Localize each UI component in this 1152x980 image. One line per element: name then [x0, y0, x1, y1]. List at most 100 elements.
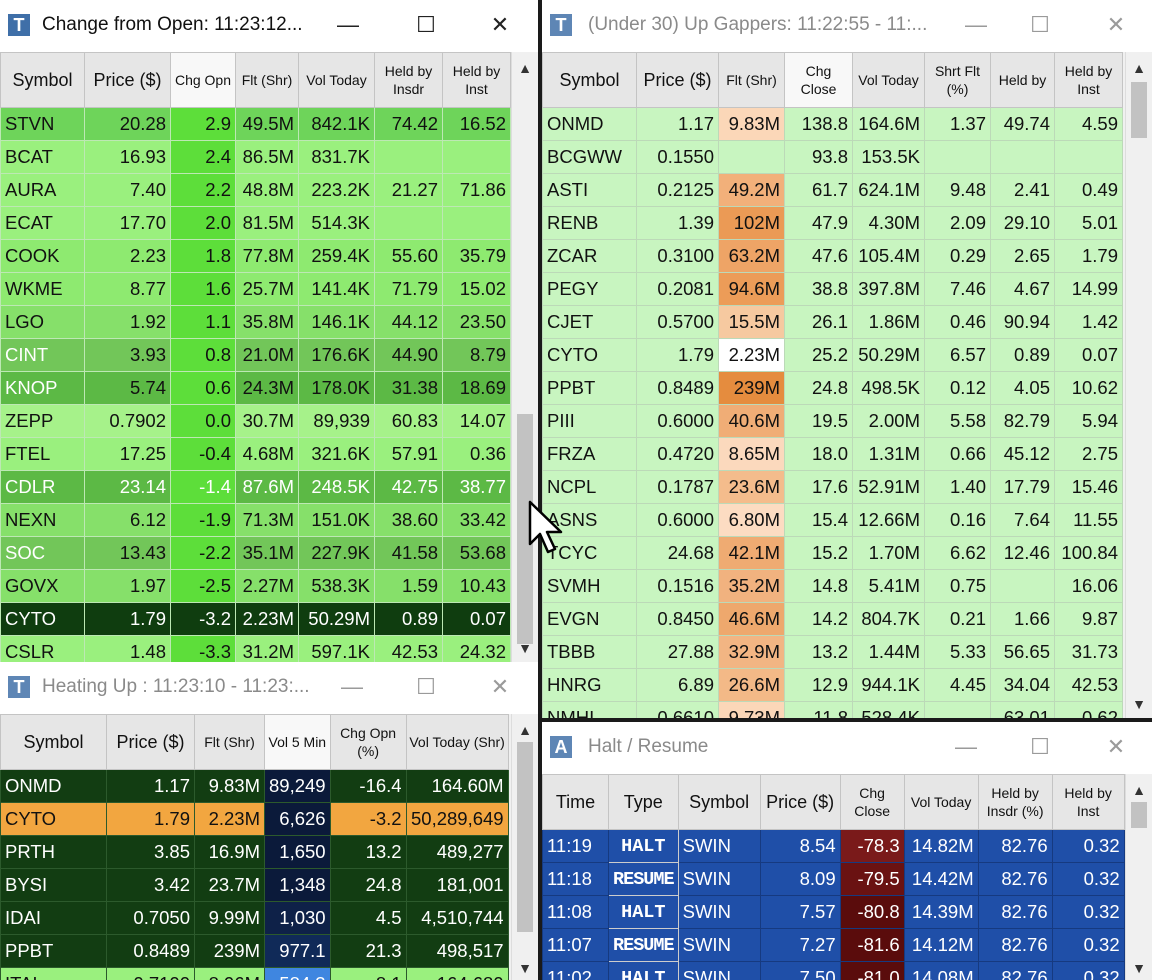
table-row[interactable]: CJET 0.5700 15.5M 26.1 1.86M 0.46 90.94 1.42: [542, 305, 1123, 339]
scroll-down-icon[interactable]: ▼: [1126, 696, 1152, 712]
scroll-down-icon[interactable]: ▼: [512, 640, 538, 656]
table-row[interactable]: RENB 1.39 102M 47.9 4.30M 2.09 29.10 5.01: [542, 206, 1123, 240]
scroll-up-icon[interactable]: ▲: [512, 722, 538, 738]
table-row[interactable]: 11:18 RESUME SWIN 8.09 -79.5 14.42M 82.76 0.32: [542, 862, 1125, 896]
table-row[interactable]: SOC 13.43 -2.2 35.1M 227.9K 41.58 53.68: [0, 536, 511, 570]
column-header[interactable]: Chg Close: [839, 774, 905, 830]
column-header[interactable]: Type: [608, 774, 679, 830]
column-header[interactable]: Price ($): [759, 774, 841, 830]
close-button[interactable]: ✕: [482, 672, 518, 702]
table-row[interactable]: WKME 8.77 1.6 25.7M 141.4K 71.79 15.02: [0, 272, 511, 306]
vertical-scrollbar[interactable]: ▲ ▼: [511, 714, 538, 980]
column-header[interactable]: Flt (Shr): [718, 52, 785, 108]
column-header[interactable]: Vol Today: [903, 774, 979, 830]
table-row[interactable]: ONMD 1.17 9.83M 89,249 -16.4 164.60M: [0, 769, 509, 803]
scroll-thumb[interactable]: [517, 742, 533, 932]
table-row[interactable]: SVMH 0.1516 35.2M 14.8 5.41M 0.75 16.06: [542, 569, 1123, 603]
maximize-button[interactable]: ☐: [1022, 10, 1058, 40]
heating-up-titlebar[interactable]: T Heating Up : 11:23:10 - 11:23:... — ☐ …: [0, 662, 538, 714]
vertical-scrollbar[interactable]: ▲ ▼: [511, 52, 538, 662]
minimize-button[interactable]: —: [958, 10, 994, 40]
table-row[interactable]: ITAI0.71008.96M584.38.1164,680: [0, 967, 509, 980]
halt-resume-titlebar[interactable]: A Halt / Resume — ☐ ✕: [542, 722, 1152, 774]
table-row[interactable]: EVGN 0.8450 46.6M 14.2 804.7K 0.21 1.66 9.87: [542, 602, 1123, 636]
column-header[interactable]: Held by Inst: [1051, 774, 1125, 830]
table-row[interactable]: COOK 2.23 1.8 77.8M 259.4K 55.60 35.79: [0, 239, 511, 273]
table-row[interactable]: ASNS 0.6000 6.80M 15.4 12.66M 0.16 7.64 11.55: [542, 503, 1123, 537]
column-header[interactable]: Held by Insdr: [374, 52, 443, 108]
column-header[interactable]: Symbol: [542, 52, 637, 108]
table-row[interactable]: ASTI 0.2125 49.2M 61.7 624.1M 9.48 2.41 0.49: [542, 173, 1123, 207]
maximize-button[interactable]: ☐: [408, 10, 444, 40]
table-row[interactable]: TCYC 24.68 42.1M 15.2 1.70M 6.62 12.46 100.84: [542, 536, 1123, 570]
column-header[interactable]: Chg Close: [784, 52, 853, 108]
table-row[interactable]: BCAT 16.93 2.4 86.5M 831.7K: [0, 140, 511, 174]
table-row[interactable]: CYTO 1.79 2.23M 25.2 50.29M 6.57 0.89 0.07: [542, 338, 1123, 372]
table-row[interactable]: 11:07 RESUME SWIN 7.27 -81.6 14.12M 82.76 0.32: [542, 928, 1125, 962]
scroll-down-icon[interactable]: ▼: [1126, 960, 1152, 976]
column-header[interactable]: Price ($): [84, 52, 171, 108]
column-header[interactable]: Chg Opn: [170, 52, 236, 108]
column-header[interactable]: Chg Opn (%): [329, 714, 407, 770]
column-header[interactable]: Held by Insdr (%): [977, 774, 1053, 830]
change-from-open-titlebar[interactable]: T Change from Open: 11:23:12... — ☐ ✕: [0, 0, 538, 52]
column-header[interactable]: Held by Inst: [1054, 52, 1123, 108]
table-row[interactable]: AURA 7.40 2.2 48.8M 223.2K 21.27 71.86: [0, 173, 511, 207]
up-gappers-titlebar[interactable]: T (Under 30) Up Gappers: 11:22:55 - 11:.…: [542, 0, 1152, 52]
vertical-scrollbar[interactable]: ▲ ▼: [1125, 52, 1152, 718]
close-button[interactable]: ✕: [1098, 732, 1134, 762]
table-row[interactable]: PIII 0.6000 40.6M 19.5 2.00M 5.58 82.79 5.94: [542, 404, 1123, 438]
close-button[interactable]: ✕: [1098, 10, 1134, 40]
minimize-button[interactable]: —: [948, 732, 984, 762]
column-header[interactable]: Flt (Shr): [235, 52, 299, 108]
table-row[interactable]: PEGY 0.2081 94.6M 38.8 397.8M 7.46 4.67 14.99: [542, 272, 1123, 306]
table-row[interactable]: PPBT 0.8489 239M 24.8 498.5K 0.12 4.05 10.62: [542, 371, 1123, 405]
scroll-up-icon[interactable]: ▲: [1126, 782, 1152, 798]
table-row[interactable]: CYTO 1.79 2.23M 6,626 -3.2 50,289,649: [0, 802, 509, 836]
table-row[interactable]: HNRG 6.89 26.6M 12.9 944.1K 4.45 34.04 42.53: [542, 668, 1123, 702]
column-header[interactable]: Time: [542, 774, 609, 830]
column-header[interactable]: Symbol: [677, 774, 761, 830]
table-row[interactable]: 11:08 HALT SWIN 7.57 -80.8 14.39M 82.76 0.32: [542, 895, 1125, 929]
table-row[interactable]: FRZA 0.4720 8.65M 18.0 1.31M 0.66 45.12 2.75: [542, 437, 1123, 471]
table-row[interactable]: IDAI 0.7050 9.99M 1,030 4.5 4,510,744: [0, 901, 509, 935]
table-row[interactable]: GOVX 1.97 -2.5 2.27M 538.3K 1.59 10.43: [0, 569, 511, 603]
maximize-button[interactable]: ☐: [1022, 732, 1058, 762]
table-row[interactable]: ONMD 1.17 9.83M 138.8 164.6M 1.37 49.74 4.59: [542, 107, 1123, 141]
table-row[interactable]: PRTH 3.85 16.9M 1,650 13.2 489,277: [0, 835, 509, 869]
table-row[interactable]: BCGWW 0.1550 93.8 153.5K: [542, 140, 1123, 174]
table-row[interactable]: KNOP 5.74 0.6 24.3M 178.0K 31.38 18.69: [0, 371, 511, 405]
scroll-thumb[interactable]: [1131, 802, 1147, 828]
column-header[interactable]: Price ($): [106, 714, 195, 770]
column-header[interactable]: Symbol: [0, 714, 107, 770]
column-header[interactable]: Flt (Shr): [194, 714, 265, 770]
table-row[interactable]: TBBB 27.88 32.9M 13.2 1.44M 5.33 56.65 31.73: [542, 635, 1123, 669]
table-row[interactable]: NEXN 6.12 -1.9 71.3M 151.0K 38.60 33.42: [0, 503, 511, 537]
column-header[interactable]: Held by Inst: [442, 52, 511, 108]
table-row[interactable]: NMHI 0.6610 9.73M 11.8 528.4K 63.01 0.62: [542, 701, 1123, 718]
maximize-button[interactable]: ☐: [408, 672, 444, 702]
column-header[interactable]: Vol Today: [298, 52, 375, 108]
table-row[interactable]: CYTO 1.79 -3.2 2.23M 50.29M 0.89 0.07: [0, 602, 511, 636]
table-row[interactable]: ECAT 17.70 2.0 81.5M 514.3K: [0, 206, 511, 240]
scroll-up-icon[interactable]: ▲: [1126, 60, 1152, 76]
column-header[interactable]: Vol Today: [852, 52, 925, 108]
minimize-button[interactable]: —: [334, 672, 370, 702]
column-header[interactable]: Vol 5 Min: [264, 714, 331, 770]
table-row[interactable]: 11:02 HALT SWIN 7.50 -81.0 14.08M 82.76 0.32: [542, 961, 1125, 980]
scroll-down-icon[interactable]: ▼: [512, 960, 538, 976]
table-row[interactable]: ZCAR 0.3100 63.2M 47.6 105.4M 0.29 2.65 1.79: [542, 239, 1123, 273]
table-row[interactable]: LGO 1.92 1.1 35.8M 146.1K 44.12 23.50: [0, 305, 511, 339]
scroll-thumb[interactable]: [1131, 82, 1147, 138]
scroll-up-icon[interactable]: ▲: [512, 60, 538, 76]
table-row[interactable]: PPBT 0.8489 239M 977.1 21.3 498,517: [0, 934, 509, 968]
column-header[interactable]: Held by: [990, 52, 1055, 108]
column-header[interactable]: Vol Today (Shr): [405, 714, 509, 770]
vertical-scrollbar[interactable]: ▲ ▼: [1125, 774, 1152, 980]
table-row[interactable]: BYSI 3.42 23.7M 1,348 24.8 181,001: [0, 868, 509, 902]
table-row[interactable]: FTEL 17.25 -0.4 4.68M 321.6K 57.91 0.36: [0, 437, 511, 471]
column-header[interactable]: Price ($): [636, 52, 719, 108]
table-row[interactable]: CINT 3.93 0.8 21.0M 176.6K 44.90 8.79: [0, 338, 511, 372]
close-button[interactable]: ✕: [482, 10, 518, 40]
table-row[interactable]: NCPL 0.1787 23.6M 17.6 52.91M 1.40 17.79 15.46: [542, 470, 1123, 504]
